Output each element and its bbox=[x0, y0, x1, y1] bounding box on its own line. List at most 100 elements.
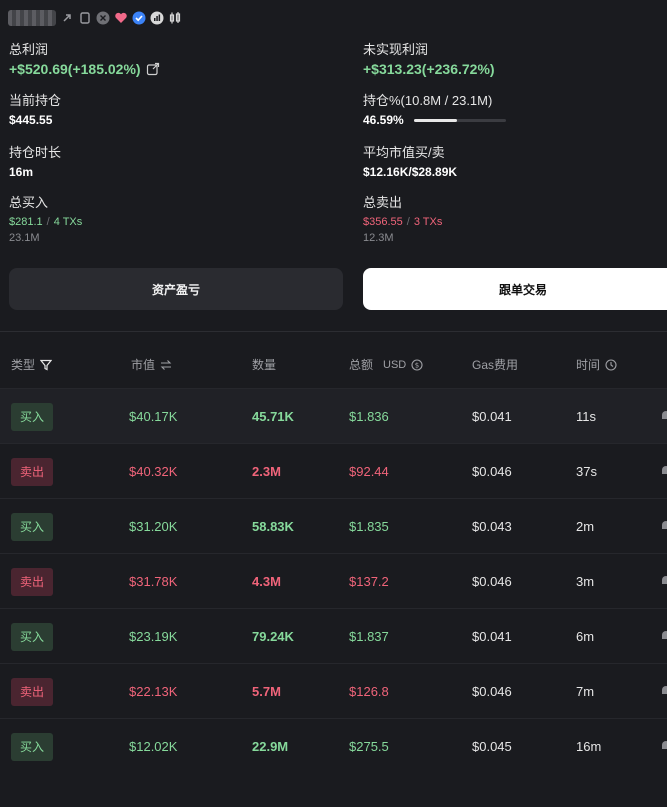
total-sell-stat: 总卖出 $356.55/3 TXs 12.3M bbox=[363, 195, 442, 245]
hold-duration-stat: 持仓时长 16m bbox=[9, 145, 61, 180]
qty-cell: 58.83K bbox=[252, 519, 294, 534]
mcap-column-header[interactable]: 市值 bbox=[131, 356, 173, 373]
position-progress-bar bbox=[413, 118, 506, 122]
total-profit-label: 总利润 bbox=[9, 42, 49, 57]
qty-cell: 45.71K bbox=[252, 409, 294, 424]
external-link-icon[interactable] bbox=[146, 62, 160, 76]
total-buy-separator: / bbox=[46, 216, 50, 228]
time-cell: 16m bbox=[576, 739, 602, 754]
row-action-icon[interactable] bbox=[662, 521, 667, 529]
pnl-button[interactable]: 资产盈亏 bbox=[9, 268, 343, 310]
total-sell-separator: / bbox=[406, 216, 410, 228]
time-cell: 2m bbox=[576, 519, 595, 534]
qty-cell: 79.24K bbox=[252, 629, 294, 644]
total-sell-amount: $356.55 bbox=[363, 216, 403, 228]
page-copy-icon[interactable] bbox=[78, 11, 92, 25]
total-sell-txs: 3 TXs bbox=[413, 216, 443, 228]
row-action-icon[interactable] bbox=[662, 466, 667, 474]
row-action-icon[interactable] bbox=[662, 686, 667, 694]
gas-column-header: Gas费用 bbox=[472, 356, 518, 373]
trade-type-tag: 买入 bbox=[11, 402, 53, 431]
total-profit-value: +$520.69(+185.02%) bbox=[9, 61, 141, 77]
candlestick-icon[interactable] bbox=[168, 11, 182, 25]
time-cell: 6m bbox=[576, 629, 595, 644]
wallet-header bbox=[8, 8, 182, 28]
mcap-cell: $40.32K bbox=[129, 464, 178, 479]
table-row[interactable]: 卖出 $22.13K 5.7M $126.8 $0.046 7m bbox=[0, 663, 667, 719]
table-row[interactable]: 卖出 $40.32K 2.3M $92.44 $0.046 37s bbox=[0, 443, 667, 499]
total-sell-label: 总卖出 bbox=[363, 195, 403, 210]
total-cell: $1.835 bbox=[349, 519, 389, 534]
verified-badge-icon bbox=[132, 11, 146, 25]
mcap-cell: $40.17K bbox=[129, 409, 178, 424]
mcap-cell: $12.02K bbox=[129, 739, 178, 754]
current-position-stat: 当前持仓 $445.55 bbox=[9, 93, 61, 128]
total-buy-amount: $281.1 bbox=[9, 216, 43, 228]
type-column-header[interactable]: 类型 bbox=[11, 356, 53, 373]
table-row[interactable]: 买入 $31.20K 58.83K $1.835 $0.043 2m bbox=[0, 498, 667, 554]
mcap-cell: $22.13K bbox=[129, 684, 178, 699]
total-column-header[interactable]: 总额 USD $ bbox=[349, 356, 424, 373]
swap-arrows-icon[interactable] bbox=[159, 358, 173, 372]
currency-toggle-icon[interactable]: $ bbox=[410, 358, 424, 372]
position-pct-value: 46.59% bbox=[363, 113, 404, 127]
row-action-icon[interactable] bbox=[662, 576, 667, 584]
gas-cell: $0.046 bbox=[472, 684, 512, 699]
qty-cell: 2.3M bbox=[252, 464, 281, 479]
table-row[interactable]: 买入 $23.19K 79.24K $1.837 $0.041 6m bbox=[0, 608, 667, 664]
copy-icon[interactable] bbox=[60, 11, 74, 25]
heart-icon[interactable] bbox=[114, 11, 128, 25]
avg-mcap-label: 平均市值买/卖 bbox=[363, 145, 445, 160]
wallet-name-blurred bbox=[8, 10, 56, 26]
avg-mcap-value: $12.16K/$28.89K bbox=[363, 165, 458, 179]
row-action-icon[interactable] bbox=[662, 411, 667, 419]
row-action-icon[interactable] bbox=[662, 631, 667, 639]
svg-text:$: $ bbox=[415, 361, 419, 369]
total-cell: $275.5 bbox=[349, 739, 389, 754]
total-buy-tokens: 23.1M bbox=[9, 232, 40, 244]
gas-cell: $0.046 bbox=[472, 574, 512, 589]
trade-type-tag: 卖出 bbox=[11, 457, 53, 486]
qty-cell: 4.3M bbox=[252, 574, 281, 589]
time-cell: 3m bbox=[576, 574, 595, 589]
time-cell: 11s bbox=[576, 409, 596, 424]
gas-cell: $0.046 bbox=[472, 464, 512, 479]
row-action-icon[interactable] bbox=[662, 741, 667, 749]
total-cell: $137.2 bbox=[349, 574, 389, 589]
table-row[interactable]: 买入 $12.02K 22.9M $275.5 $0.045 16m bbox=[0, 718, 667, 774]
qty-cell: 22.9M bbox=[252, 739, 289, 754]
mcap-cell: $31.78K bbox=[129, 574, 178, 589]
chart-icon[interactable] bbox=[150, 11, 164, 25]
table-row[interactable]: 买入 $40.17K 45.71K $1.836 $0.041 11s bbox=[0, 388, 667, 444]
total-cell: $1.837 bbox=[349, 629, 389, 644]
trade-type-tag: 卖出 bbox=[11, 567, 53, 596]
hold-duration-label: 持仓时长 bbox=[9, 145, 62, 160]
qty-header-label: 数量 bbox=[252, 358, 277, 372]
total-cell: $126.8 bbox=[349, 684, 389, 699]
total-buy-stat: 总买入 $281.1/4 TXs 23.1M bbox=[9, 195, 82, 245]
x-twitter-icon[interactable] bbox=[96, 11, 110, 25]
total-sell-tokens: 12.3M bbox=[363, 232, 394, 244]
time-cell: 37s bbox=[576, 464, 597, 479]
total-cell: $92.44 bbox=[349, 464, 389, 479]
position-pct-label: 持仓%(10.8M / 23.1M) bbox=[363, 93, 493, 108]
hold-duration-value: 16m bbox=[9, 165, 34, 179]
qty-column-header: 数量 bbox=[252, 356, 276, 373]
total-header-unit: USD bbox=[383, 358, 407, 371]
filter-icon[interactable] bbox=[39, 358, 53, 372]
qty-cell: 5.7M bbox=[252, 684, 281, 699]
gas-cell: $0.045 bbox=[472, 739, 512, 754]
trade-type-tag: 买入 bbox=[11, 732, 53, 761]
clock-icon[interactable] bbox=[604, 358, 618, 372]
copy-trade-button[interactable]: 跟单交易 bbox=[363, 268, 667, 310]
trade-type-tag: 买入 bbox=[11, 622, 53, 651]
gas-cell: $0.043 bbox=[472, 519, 512, 534]
total-header-label: 总额 bbox=[349, 358, 374, 372]
avg-mcap-stat: 平均市值买/卖 $12.16K/$28.89K bbox=[363, 145, 457, 180]
time-header-label: 时间 bbox=[576, 358, 601, 372]
trade-type-tag: 买入 bbox=[11, 512, 53, 541]
unrealized-profit-label: 未实现利润 bbox=[363, 42, 429, 57]
total-buy-label: 总买入 bbox=[9, 195, 49, 210]
time-column-header[interactable]: 时间 bbox=[576, 356, 618, 373]
table-row[interactable]: 卖出 $31.78K 4.3M $137.2 $0.046 3m bbox=[0, 553, 667, 609]
